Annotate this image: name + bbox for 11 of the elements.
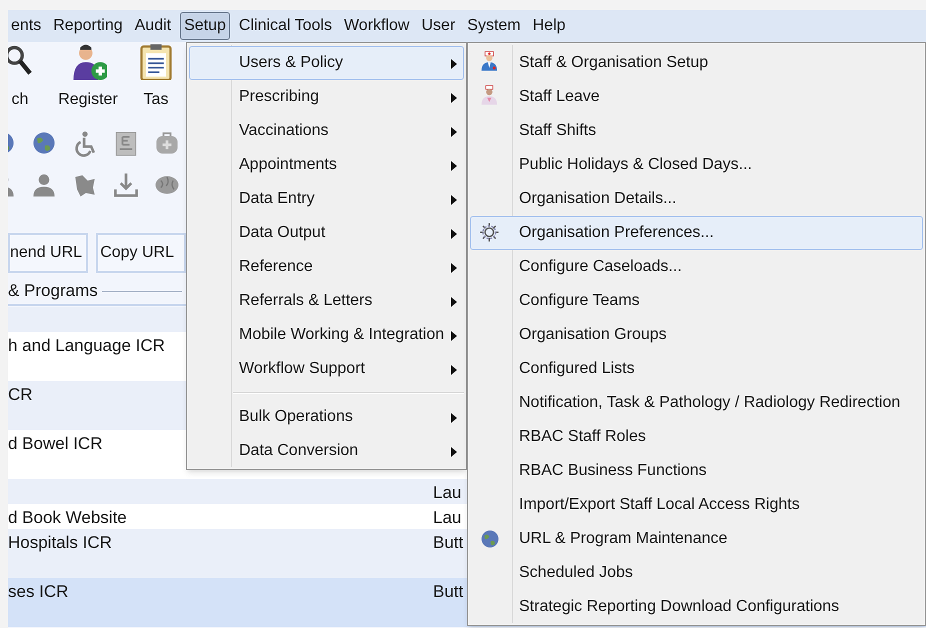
table-cell-text: h and Language ICR [8, 335, 165, 357]
table-cell-text: Lau [433, 482, 462, 504]
table-cell-text: d Book Website [8, 507, 127, 529]
table-cell-text: ses ICR [8, 581, 68, 603]
group-title: & Programs [8, 280, 99, 302]
table-cell-text: Butt [433, 581, 464, 603]
table-cell-text: Butt [433, 532, 464, 554]
table-cell-text: d Bowel ICR [8, 433, 102, 455]
table-cell-text: CR [8, 384, 33, 406]
table-cell-text: Lau [433, 507, 462, 529]
table-cell-text: Hospitals ICR [8, 532, 112, 554]
